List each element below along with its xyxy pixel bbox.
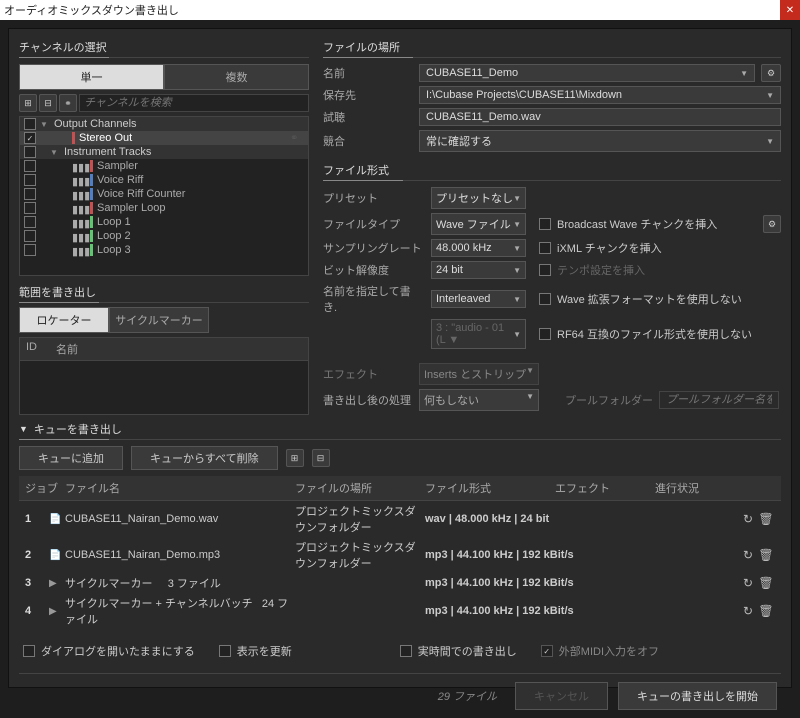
channel-tree[interactable]: ▼Output Channels ✓Stereo Out⚭ ▼Instrumen… [19, 116, 309, 276]
name-field[interactable]: CUBASE11_Demo [419, 64, 755, 82]
file-location-legend: ファイルの場所 [323, 39, 781, 58]
play-icon: ▶ [49, 578, 65, 589]
tab-locator[interactable]: ロケーター [19, 307, 109, 333]
dialog-body: チャンネルの選択 単一 複数 ⊞ ⊟ ⚭ ▼Output Channels ✓S… [8, 28, 792, 688]
pool-folder-input [659, 391, 779, 409]
reset-icon[interactable]: ↻ [739, 604, 757, 618]
trash-icon[interactable]: 🗑 [757, 576, 775, 590]
conflict-dropdown[interactable]: 常に確認する [419, 130, 781, 152]
effects-dropdown: Inserts とストリップ▼ [419, 363, 539, 385]
dest-field[interactable]: I:\Cubase Projects\CUBASE11\Mixdown [419, 86, 781, 104]
rf64-checkbox[interactable] [539, 328, 551, 340]
filetype-dropdown[interactable]: Wave ファイル [431, 213, 526, 235]
tree-stereo-out: ✓Stereo Out⚭ [20, 131, 308, 145]
expand-icon[interactable]: ⊞ [286, 449, 304, 467]
file-icon: 📄 [49, 514, 65, 525]
tempo-checkbox [539, 264, 551, 276]
cancel-button: キャンセル [515, 682, 608, 710]
file-format-legend: ファイル形式 [323, 162, 781, 181]
realtime-checkbox[interactable] [400, 645, 412, 657]
collapse-icon[interactable]: ⊟ [312, 449, 330, 467]
bwave-checkbox[interactable] [539, 218, 551, 230]
window-title: オーディオミックスダウン書き出し [4, 2, 179, 18]
play-icon: ▶ [49, 606, 65, 617]
gear-icon[interactable]: ⚙ [763, 215, 781, 233]
gear-icon[interactable]: ⚙ [761, 64, 781, 82]
queue-row[interactable]: 3▶ サイクルマーカー 3 ファイル mp3 | 44.100 kHz | 19… [19, 573, 781, 593]
reset-icon[interactable]: ↻ [739, 512, 757, 526]
reset-icon[interactable]: ↻ [739, 548, 757, 562]
queue-row[interactable]: 2📄 CUBASE11_Nairan_Demo.mp3 プロジェクトミックスダウ… [19, 537, 781, 573]
range-list[interactable] [19, 361, 309, 415]
preset-dropdown[interactable]: プリセットなし [431, 187, 526, 209]
file-count: 29 ファイル [438, 688, 497, 704]
channel-select-legend: チャンネルの選択 [19, 39, 309, 58]
start-button[interactable]: キューの書き出しを開始 [618, 682, 777, 710]
ixml-checkbox[interactable] [539, 242, 551, 254]
trash-icon[interactable]: 🗑 [757, 548, 775, 562]
trash-icon[interactable]: 🗑 [757, 604, 775, 618]
interleave-dropdown[interactable]: Interleaved [431, 290, 526, 308]
channel-search-input[interactable] [79, 94, 309, 112]
collapse-all-icon[interactable]: ⊟ [39, 94, 57, 112]
refresh-checkbox[interactable] [219, 645, 231, 657]
expand-all-icon[interactable]: ⊞ [19, 94, 37, 112]
waveext-checkbox[interactable] [539, 293, 551, 305]
link-icon: ⚭ [290, 133, 304, 144]
window-titlebar: オーディオミックスダウン書き出し ✕ [0, 0, 800, 20]
bitdepth-dropdown[interactable]: 24 bit [431, 261, 526, 279]
preview-field: CUBASE11_Demo.wav [419, 108, 781, 126]
tab-single[interactable]: 単一 [19, 64, 164, 90]
keep-open-checkbox[interactable] [23, 645, 35, 657]
queue-legend: キューを書き出し [34, 421, 122, 437]
file-icon: 📄 [49, 550, 65, 561]
trash-icon[interactable]: 🗑 [757, 512, 775, 526]
close-button[interactable]: ✕ [780, 0, 800, 20]
post-dropdown[interactable]: 何もしない▼ [419, 389, 539, 411]
reset-icon[interactable]: ↻ [739, 576, 757, 590]
ext-midi-checkbox: ✓ [541, 645, 553, 657]
link-icon[interactable]: ⚭ [59, 94, 77, 112]
queue-row[interactable]: 1📄 CUBASE11_Nairan_Demo.wav プロジェクトミックスダウ… [19, 501, 781, 537]
queue-add-button[interactable]: キューに追加 [19, 446, 123, 470]
samplerate-dropdown[interactable]: 48.000 kHz [431, 239, 526, 257]
range-legend: 範囲を書き出し [19, 284, 309, 303]
tab-multi[interactable]: 複数 [164, 64, 309, 90]
tab-cycle-marker[interactable]: サイクルマーカー [109, 307, 209, 333]
queue-clear-button[interactable]: キューからすべて削除 [131, 446, 278, 470]
scheme-dropdown: 3 : "audio - 01 (L ▼ [431, 319, 526, 349]
queue-row[interactable]: 4▶ サイクルマーカー + チャンネルバッチ 24 ファイル mp3 | 44.… [19, 593, 781, 629]
